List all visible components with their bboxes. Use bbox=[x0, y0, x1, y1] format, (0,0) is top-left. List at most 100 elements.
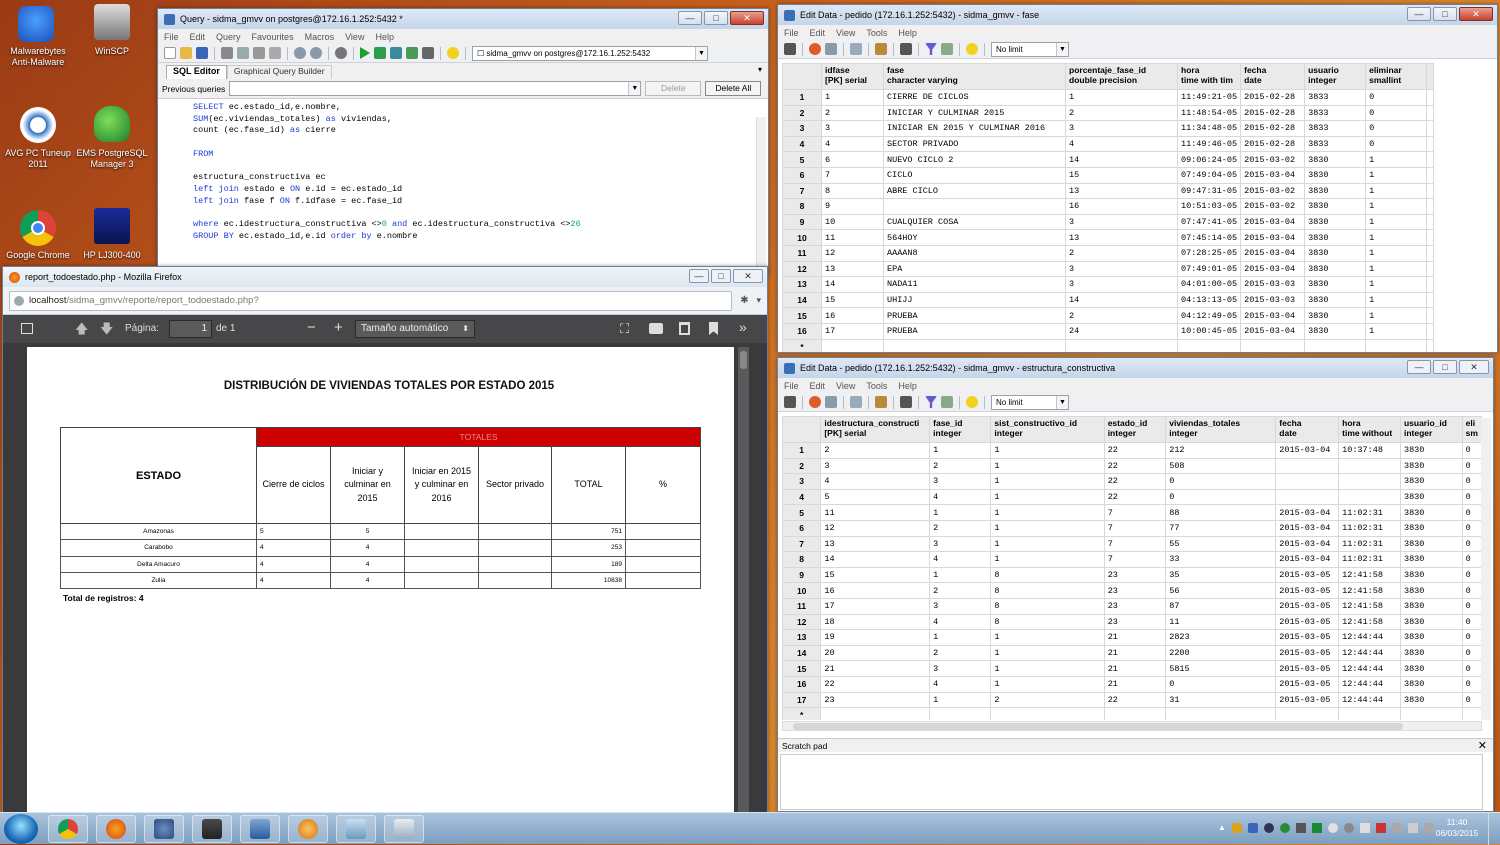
grid-cell[interactable]: 2015-02-28 bbox=[1240, 120, 1306, 137]
grid-cell[interactable]: 2015-02-28 bbox=[1240, 89, 1306, 106]
grid-cell[interactable]: 24 bbox=[1065, 322, 1178, 340]
grid-cell[interactable]: 508 bbox=[1165, 457, 1277, 475]
close-button[interactable]: ✕ bbox=[730, 11, 764, 25]
grid-cell[interactable]: 12:44:44 bbox=[1338, 660, 1401, 677]
row-number[interactable]: 7 bbox=[782, 535, 822, 553]
paste-icon[interactable] bbox=[875, 396, 887, 408]
volume-icon[interactable] bbox=[1359, 823, 1370, 833]
row-number[interactable]: 2 bbox=[782, 104, 822, 122]
grid-cell[interactable] bbox=[1399, 707, 1463, 720]
grid-cell[interactable]: 12:41:58 bbox=[1338, 613, 1401, 631]
column-header[interactable]: eliminar smallint bbox=[1365, 63, 1428, 90]
grid-cell[interactable]: 14 bbox=[820, 551, 931, 568]
scratch-pad-textarea[interactable] bbox=[780, 754, 1483, 810]
grid-cell[interactable]: 2015-03-04 bbox=[1240, 322, 1306, 340]
pdf-vertical-scrollbar[interactable] bbox=[738, 347, 749, 813]
table-row[interactable]: 15 21 3 1 21 5815 2015-03-05 12:44:44 3830 0 bbox=[782, 660, 1482, 677]
grid-cell[interactable]: 55 bbox=[1165, 535, 1277, 553]
printer-icon[interactable] bbox=[94, 208, 130, 244]
grid-cell[interactable]: 4 bbox=[929, 675, 992, 693]
filter-icon[interactable] bbox=[925, 396, 937, 408]
delete-icon[interactable] bbox=[900, 43, 912, 55]
grid-cell[interactable]: 3833 bbox=[1304, 104, 1367, 122]
grid-cell[interactable] bbox=[1304, 338, 1367, 352]
row-number[interactable]: 14 bbox=[782, 291, 822, 309]
grid-cell[interactable] bbox=[1338, 473, 1401, 490]
grid-cell[interactable]: 0 bbox=[1461, 442, 1482, 459]
row-number[interactable]: 6 bbox=[782, 519, 822, 537]
new-row[interactable]: * bbox=[782, 707, 1482, 720]
grid-cell[interactable]: 0 bbox=[1165, 473, 1277, 490]
minimize-button[interactable]: — bbox=[689, 269, 709, 283]
grid-cell[interactable]: AAAAN8 bbox=[883, 244, 1066, 262]
grid-cell[interactable]: 11:49:46-05 bbox=[1176, 135, 1242, 153]
grid-cell[interactable]: 17 bbox=[821, 322, 884, 340]
menu-view[interactable]: View bbox=[836, 381, 855, 391]
table-row[interactable]: 12 18 4 8 23 11 2015-03-05 12:41:58 3830 0 bbox=[782, 613, 1482, 631]
grid-cell[interactable]: 1 bbox=[1365, 307, 1428, 324]
column-header[interactable]: porcentaje_fase_id double precision bbox=[1065, 63, 1178, 90]
new-row-marker[interactable]: * bbox=[782, 338, 822, 352]
previous-page-icon[interactable]: 🡅 bbox=[75, 320, 88, 342]
grid-cell[interactable]: 14 bbox=[1065, 291, 1178, 309]
execute-pgscript-icon[interactable] bbox=[374, 47, 386, 59]
desktop-icon-label[interactable]: HP LJ300-400 bbox=[74, 250, 150, 261]
grid-cell[interactable]: 2015-03-04 bbox=[1240, 229, 1306, 246]
show-desktop-button[interactable] bbox=[1488, 813, 1500, 845]
grid-cell[interactable]: 09:06:24-05 bbox=[1176, 151, 1242, 168]
grid-cell[interactable]: 22 bbox=[1103, 457, 1167, 475]
menu-favourites[interactable]: Favourites bbox=[252, 32, 294, 42]
grid-cell[interactable]: 2200 bbox=[1165, 644, 1277, 662]
grid-cell[interactable]: 3 bbox=[1065, 120, 1178, 137]
grid-cell[interactable]: 3830 bbox=[1399, 551, 1463, 568]
tray-app-icon[interactable] bbox=[1247, 823, 1258, 833]
grid-cell[interactable]: 3830 bbox=[1399, 473, 1463, 490]
grid-cell[interactable]: 07:49:01-05 bbox=[1176, 260, 1242, 278]
grid-cell[interactable]: 0 bbox=[1461, 597, 1482, 615]
help-icon[interactable] bbox=[447, 47, 459, 59]
grid-cell[interactable]: CIERRE DE CICLOS bbox=[883, 89, 1066, 106]
grid-cell[interactable]: 2015-03-05 bbox=[1275, 660, 1340, 677]
grid-cell[interactable]: CICLO bbox=[883, 166, 1066, 184]
copy-icon[interactable] bbox=[237, 47, 249, 59]
grid-cell[interactable]: 22 bbox=[820, 675, 931, 693]
grid-cell[interactable]: 0 bbox=[1365, 135, 1428, 153]
table-row[interactable]: 13 19 1 1 21 2823 2015-03-05 12:44:44 3830 0 bbox=[782, 629, 1482, 646]
menu-edit[interactable]: Edit bbox=[190, 32, 206, 42]
grid-cell[interactable]: 16 bbox=[821, 307, 884, 324]
menu-file[interactable]: File bbox=[784, 381, 799, 391]
grid-cell[interactable]: 07:28:25-05 bbox=[1176, 244, 1242, 262]
filter-icon[interactable] bbox=[925, 43, 937, 55]
execute-icon[interactable] bbox=[360, 47, 370, 59]
maximize-button[interactable]: □ bbox=[711, 269, 731, 283]
grid-cell[interactable]: 11:48:54-05 bbox=[1176, 104, 1242, 122]
save-icon[interactable] bbox=[196, 47, 208, 59]
menu-chevron-icon[interactable]: ▾ bbox=[756, 295, 761, 306]
grid-cell[interactable]: 04:01:00-05 bbox=[1176, 276, 1242, 293]
grid-cell[interactable]: 11 bbox=[821, 229, 884, 246]
close-icon[interactable]: ✕ bbox=[1478, 739, 1487, 753]
grid-cell[interactable]: 4 bbox=[929, 613, 992, 631]
save-icon[interactable] bbox=[784, 43, 796, 55]
delete-button[interactable]: Delete bbox=[645, 81, 702, 96]
grid-cell[interactable]: 23 bbox=[1103, 582, 1167, 599]
undo-icon[interactable] bbox=[825, 43, 837, 55]
column-header[interactable]: fase character varying bbox=[883, 63, 1066, 90]
grid-cell[interactable]: 4 bbox=[929, 551, 992, 568]
grid-cell[interactable]: 2 bbox=[1065, 244, 1178, 262]
grid-cell[interactable]: ABRE CICLO bbox=[883, 182, 1066, 200]
grid-cell[interactable] bbox=[1338, 488, 1401, 506]
grid-cell[interactable]: 88 bbox=[1165, 504, 1277, 521]
column-header[interactable]: fase_id integer bbox=[929, 416, 992, 443]
grid-cell[interactable]: 3833 bbox=[1304, 135, 1367, 153]
grid-cell[interactable]: 3 bbox=[929, 660, 992, 677]
grid-cell[interactable]: 3830 bbox=[1399, 519, 1463, 537]
grid-cell[interactable]: 3830 bbox=[1304, 198, 1367, 215]
grid-cell[interactable]: 21 bbox=[820, 660, 931, 677]
grid-cell[interactable]: 04:12:49-05 bbox=[1176, 307, 1242, 324]
column-header[interactable]: estado_id integer bbox=[1103, 416, 1167, 443]
zoom-in-icon[interactable]: + bbox=[334, 319, 343, 336]
grid-cell[interactable]: 3830 bbox=[1304, 322, 1367, 340]
grid-cell[interactable]: 2015-03-05 bbox=[1275, 597, 1340, 615]
grid-cell[interactable]: 11 bbox=[1165, 613, 1277, 631]
